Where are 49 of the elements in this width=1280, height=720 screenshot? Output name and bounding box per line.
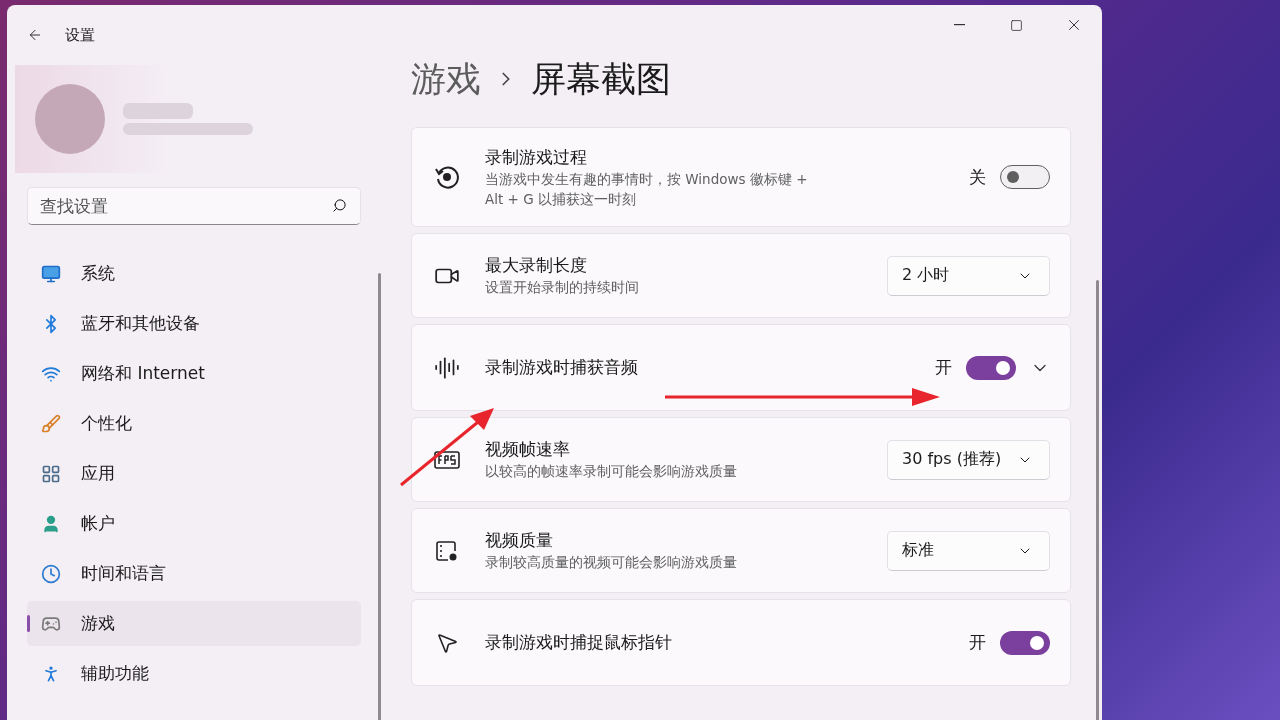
- scrollbar[interactable]: [378, 273, 381, 720]
- setting-description: 录制较高质量的视频可能会影响游戏质量: [485, 553, 738, 572]
- nav-item[interactable]: 时间和语言: [27, 551, 361, 596]
- nav-item[interactable]: 系统: [27, 251, 361, 296]
- setting-description: 设置开始录制的持续时间: [485, 278, 640, 297]
- setting-title: 录制游戏时捕捉鼠标指针: [485, 631, 673, 654]
- fps-icon: [434, 450, 460, 469]
- monitor-icon: [41, 263, 61, 284]
- selection-indicator: [27, 615, 30, 632]
- person-icon: [41, 513, 61, 534]
- nav-item[interactable]: 游戏: [27, 601, 361, 646]
- setting-description: 当游戏中发生有趣的事情时，按 Windows 徽标键 + Alt + G 以捕获这一时刻: [485, 169, 809, 209]
- nav-item[interactable]: 应用: [27, 451, 361, 496]
- dropdown[interactable]: 标准: [887, 530, 1050, 571]
- toggle-switch[interactable]: [966, 355, 1016, 380]
- setting-title: 录制游戏过程: [485, 145, 588, 169]
- dropdown[interactable]: 2 小时: [887, 255, 1050, 296]
- replay-record-icon: [434, 164, 460, 190]
- nav-item[interactable]: 辅助功能: [27, 651, 361, 696]
- back-button[interactable]: [27, 27, 43, 43]
- search-icon: [332, 198, 347, 213]
- blurred-block: [123, 103, 193, 119]
- dropdown[interactable]: 30 fps (推荐): [887, 439, 1050, 480]
- nav-item[interactable]: 个性化: [27, 401, 361, 446]
- setting-description: 以较高的帧速率录制可能会影响游戏质量: [485, 462, 738, 481]
- clock-icon: [41, 563, 61, 584]
- scrollbar[interactable]: [1096, 280, 1099, 720]
- brush-icon: [41, 413, 61, 434]
- nav-item[interactable]: 帐户: [27, 501, 361, 546]
- toggle-switch[interactable]: [1000, 630, 1050, 655]
- toggle-state-label: 关: [969, 165, 986, 189]
- setting-title: 视频质量: [485, 529, 554, 552]
- toggle-switch[interactable]: [1000, 165, 1050, 189]
- window-title: 设置: [65, 25, 96, 45]
- setting-title: 最大录制长度: [485, 254, 588, 277]
- apps-grid-icon: [41, 463, 61, 484]
- minimize-icon: [954, 24, 965, 26]
- nav-item[interactable]: 网络和 Internet: [27, 351, 361, 396]
- breadcrumb-item[interactable]: 游戏: [411, 55, 481, 103]
- video-settings-icon: [435, 538, 459, 563]
- setting-title: 视频帧速率: [485, 438, 571, 461]
- search-field[interactable]: 查找设置: [27, 187, 361, 225]
- toggle-state-label: 开: [969, 631, 986, 654]
- breadcrumb-item: 屏幕截图: [531, 57, 671, 101]
- toggle-state-label: 开: [935, 356, 952, 379]
- nav-item[interactable]: 蓝牙和其他设备: [27, 301, 361, 346]
- audio-waveform-icon: [434, 354, 460, 381]
- setting-title: 录制游戏时捕获音频: [485, 356, 639, 379]
- maximize-icon: [1010, 18, 1023, 32]
